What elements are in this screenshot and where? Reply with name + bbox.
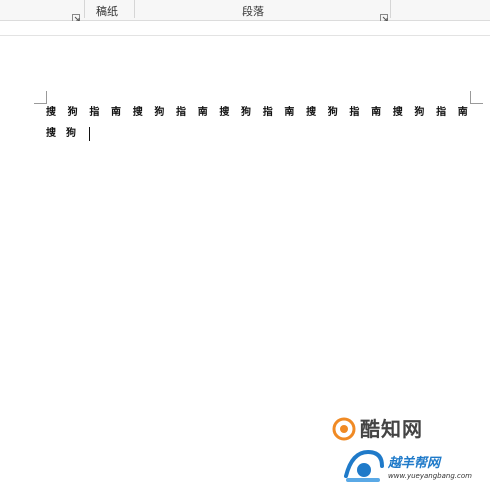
ribbon-group-bar: 稿纸 段落 bbox=[0, 0, 490, 22]
watermark-text-2: 越羊帮网 bbox=[388, 456, 441, 471]
text-cursor bbox=[89, 127, 90, 141]
group-label-draft-paper: 稿纸 bbox=[96, 5, 118, 18]
text-char: 狗 bbox=[154, 107, 165, 118]
ruler-area bbox=[0, 21, 490, 36]
text-char: 搜 bbox=[132, 107, 143, 118]
text-char: 狗 bbox=[67, 107, 78, 118]
kuzhiwang-logo-icon bbox=[332, 417, 356, 441]
document-body-text[interactable]: 搜 狗 指 南 搜 狗 指 南 搜 狗 指 南 搜 狗 指 南 搜 狗 指 南 … bbox=[46, 108, 468, 148]
group-label-paragraph: 段落 bbox=[242, 5, 264, 18]
group-divider bbox=[390, 0, 391, 18]
ribbon-group-paragraph: 段落 bbox=[134, 0, 390, 22]
text-char: 南 bbox=[111, 107, 122, 118]
text-char: 指 bbox=[176, 107, 187, 118]
text-char: 狗 bbox=[327, 107, 338, 118]
text-char: 搜 bbox=[46, 107, 56, 118]
text-char: 狗 bbox=[241, 107, 252, 118]
ribbon-group-draft-paper: 稿纸 bbox=[84, 0, 134, 20]
text-char: 指 bbox=[349, 107, 360, 118]
text-char: 狗 bbox=[66, 128, 76, 139]
margin-corner-top-left bbox=[34, 91, 47, 104]
text-char: 搜 bbox=[306, 107, 317, 118]
text-char: 搜 bbox=[392, 107, 403, 118]
text-char: 指 bbox=[436, 107, 447, 118]
text-char: 搜 bbox=[46, 128, 56, 139]
text-char: 南 bbox=[197, 107, 208, 118]
text-line-2: 搜 狗 bbox=[46, 127, 468, 141]
yueyangbang-logo-icon bbox=[344, 449, 384, 482]
text-char: 指 bbox=[262, 107, 273, 118]
margin-corner-top-right bbox=[470, 91, 483, 104]
watermark-url: www.yueyangbang.com bbox=[388, 472, 472, 480]
text-char: 南 bbox=[457, 107, 468, 118]
text-line-1: 搜 狗 指 南 搜 狗 指 南 搜 狗 指 南 搜 狗 指 南 搜 狗 指 南 bbox=[46, 108, 468, 120]
text-char: 南 bbox=[371, 107, 382, 118]
dialog-launcher-icon[interactable] bbox=[72, 7, 80, 22]
text-char: 指 bbox=[89, 107, 100, 118]
watermark-kuzhiwang: 酷知网 bbox=[332, 417, 472, 445]
watermark-yueyangbang: 越羊帮网 www.yueyangbang.com bbox=[342, 446, 488, 488]
watermark-text-1: 酷知网 bbox=[360, 417, 423, 441]
text-char: 南 bbox=[284, 107, 295, 118]
paragraph-dialog-launcher-icon[interactable] bbox=[380, 7, 388, 22]
text-char: 狗 bbox=[414, 107, 425, 118]
text-char: 搜 bbox=[219, 107, 230, 118]
